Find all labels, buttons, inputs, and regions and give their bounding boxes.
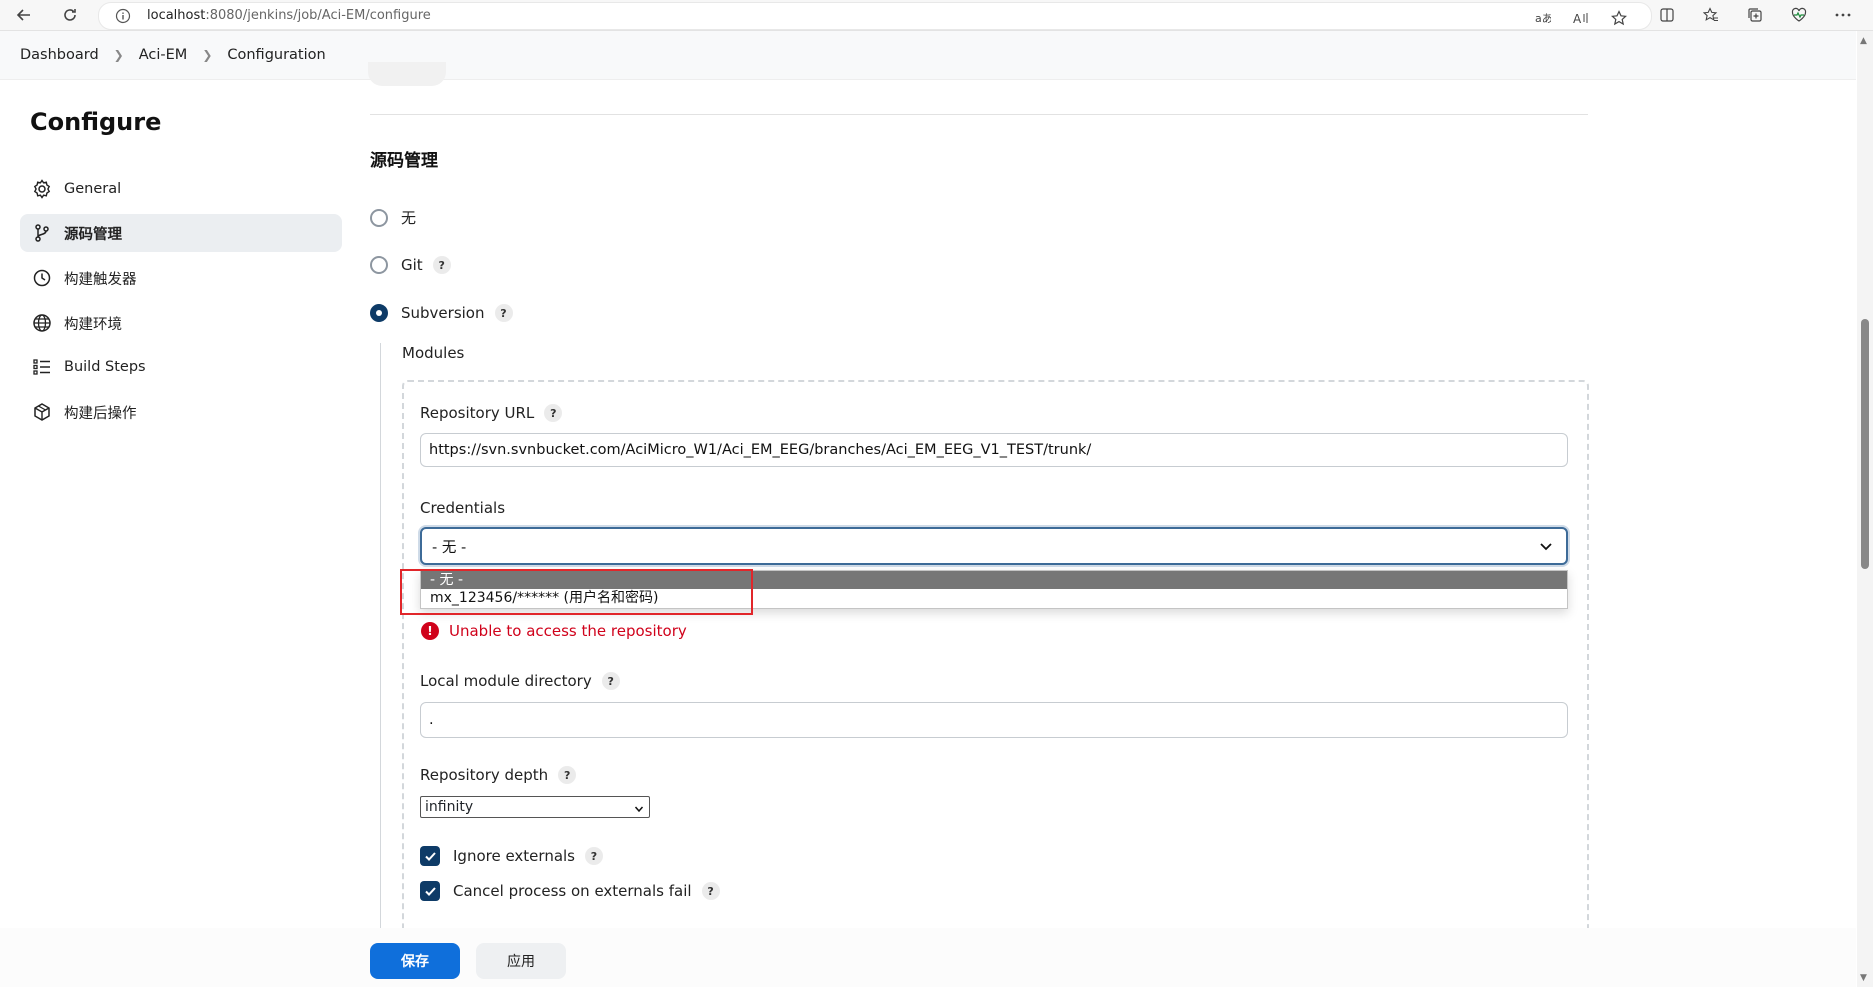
breadcrumb-dashboard[interactable]: Dashboard <box>20 47 99 63</box>
credentials-select[interactable]: - 无 - <box>420 527 1568 565</box>
gear-icon <box>30 177 54 201</box>
globe-icon <box>30 311 54 335</box>
radio-button[interactable] <box>370 256 388 274</box>
local-dir-label-row: Local module directory ? <box>420 672 620 690</box>
site-info-icon[interactable] <box>115 8 131 28</box>
reload-icon[interactable] <box>58 3 82 27</box>
scm-option-subversion[interactable]: Subversion ? <box>370 304 513 322</box>
highlight-annotation-box <box>400 569 753 615</box>
section-divider <box>370 114 1588 115</box>
scroll-up-icon[interactable]: ▲ <box>1860 36 1867 46</box>
breadcrumb-separator-icon: ❯ <box>202 48 213 62</box>
depth-selected-value: infinity <box>425 799 474 815</box>
svg-text:aあ: aあ <box>1535 12 1551 25</box>
breadcrumb: Dashboard ❯ Aci-EM ❯ Configuration <box>20 47 326 63</box>
radio-button[interactable] <box>370 304 388 322</box>
breadcrumb-configuration[interactable]: Configuration <box>227 47 325 63</box>
ignore-externals-row[interactable]: Ignore externals ? <box>420 846 603 866</box>
sidebar-item-triggers[interactable]: 构建触发器 <box>20 259 342 297</box>
scm-option-none[interactable]: 无 <box>370 207 416 228</box>
depth-label: Repository depth <box>420 766 549 784</box>
credentials-selected-value: - 无 - <box>432 539 467 556</box>
sidebar-item-label: 构建触发器 <box>64 271 137 288</box>
depth-label-row: Repository depth ? <box>420 766 577 784</box>
translate-icon[interactable]: aあ <box>1531 6 1555 30</box>
help-icon[interactable]: ? <box>601 672 620 690</box>
save-button[interactable]: 保存 <box>370 943 460 979</box>
credentials-label: Credentials <box>420 499 506 517</box>
scrollbar-thumb[interactable] <box>1861 319 1869 569</box>
repo-url-label-row: Repository URL ? <box>420 404 563 422</box>
error-icon: ! <box>421 622 439 640</box>
sidebar-item-label: Build Steps <box>64 359 146 375</box>
checkbox-checked[interactable] <box>420 881 440 901</box>
help-icon[interactable]: ? <box>544 404 563 422</box>
help-icon[interactable]: ? <box>585 847 603 865</box>
collections-icon[interactable] <box>1743 3 1767 27</box>
sidebar-item-label: 源码管理 <box>64 226 122 243</box>
help-icon[interactable]: ? <box>701 882 720 900</box>
nested-indent-line <box>380 343 381 933</box>
cancel-externals-row[interactable]: Cancel process on externals fail ? <box>420 881 720 901</box>
url-text: localhost:8080/jenkins/job/Aci-EM/config… <box>147 8 431 23</box>
branch-icon <box>30 221 54 245</box>
radio-button[interactable] <box>370 208 388 227</box>
svg-text:A: A <box>1573 12 1582 25</box>
sidebar-item-post-build[interactable]: 构建后操作 <box>20 393 342 431</box>
list-icon <box>30 355 54 379</box>
url-path: :8080/jenkins/job/Aci-EM/configure <box>205 8 431 23</box>
sidebar-title: Configure <box>30 108 162 136</box>
help-icon[interactable]: ? <box>558 766 577 784</box>
ignore-externals-label: Ignore externals <box>453 847 575 865</box>
breadcrumb-job[interactable]: Aci-EM <box>139 47 188 63</box>
scroll-down-icon[interactable]: ▼ <box>1860 973 1867 983</box>
error-text: Unable to access the repository <box>449 622 687 640</box>
repo-url-label: Repository URL <box>420 404 535 422</box>
browser-toolbar: localhost:8080/jenkins/job/Aci-EM/config… <box>0 0 1873 31</box>
breadcrumb-bar: Dashboard ❯ Aci-EM ❯ Configuration <box>0 31 1856 80</box>
select-arrow-icon <box>634 802 644 818</box>
chevron-down-icon <box>1538 538 1554 558</box>
sidebar-item-label: General <box>64 181 122 197</box>
modules-label: Modules <box>402 344 465 362</box>
url-host: localhost <box>147 8 206 23</box>
radio-label: Subversion <box>401 304 485 322</box>
address-bar[interactable]: localhost:8080/jenkins/job/Aci-EM/config… <box>98 2 1652 30</box>
sidebar-item-label: 构建后操作 <box>64 405 137 422</box>
section-title: 源码管理 <box>370 151 438 171</box>
sidebar-item-build-steps[interactable]: Build Steps <box>20 348 342 386</box>
favorites-icon[interactable] <box>1699 3 1723 27</box>
local-dir-label: Local module directory <box>420 672 592 690</box>
back-icon[interactable] <box>12 3 36 27</box>
local-dir-input[interactable]: . <box>420 702 1568 738</box>
radio-label: Git <box>401 256 423 274</box>
cancel-externals-label: Cancel process on externals fail <box>453 882 692 900</box>
breadcrumb-separator-icon: ❯ <box>113 48 124 62</box>
browser-health-icon[interactable] <box>1787 3 1811 27</box>
radio-label: 无 <box>401 209 417 227</box>
apply-button[interactable]: 应用 <box>476 943 566 979</box>
sidebar-item-scm[interactable]: 源码管理 <box>20 214 342 252</box>
checkbox-checked[interactable] <box>420 846 440 866</box>
previous-section-button[interactable] <box>368 62 446 86</box>
favorite-star-icon[interactable] <box>1607 6 1631 30</box>
bottom-action-bar <box>0 928 1856 987</box>
more-menu-icon[interactable] <box>1831 3 1855 27</box>
repository-error-message: ! Unable to access the repository <box>421 622 687 640</box>
help-icon[interactable]: ? <box>494 304 513 322</box>
sidebar-item-label: 构建环境 <box>64 316 122 333</box>
sidebar-item-general[interactable]: General <box>20 170 342 208</box>
depth-select[interactable]: infinity <box>420 796 650 818</box>
page-scrollbar[interactable]: ▲ ▼ <box>1857 31 1873 987</box>
split-screen-icon[interactable] <box>1655 3 1679 27</box>
scm-option-git[interactable]: Git ? <box>370 256 451 274</box>
read-aloud-icon[interactable]: A <box>1569 6 1593 30</box>
clock-icon <box>30 266 54 290</box>
help-icon[interactable]: ? <box>432 256 451 274</box>
repo-url-input[interactable]: https://svn.svnbucket.com/AciMicro_W1/Ac… <box>420 433 1568 467</box>
sidebar-item-environment[interactable]: 构建环境 <box>20 304 342 342</box>
cube-icon <box>30 400 54 424</box>
